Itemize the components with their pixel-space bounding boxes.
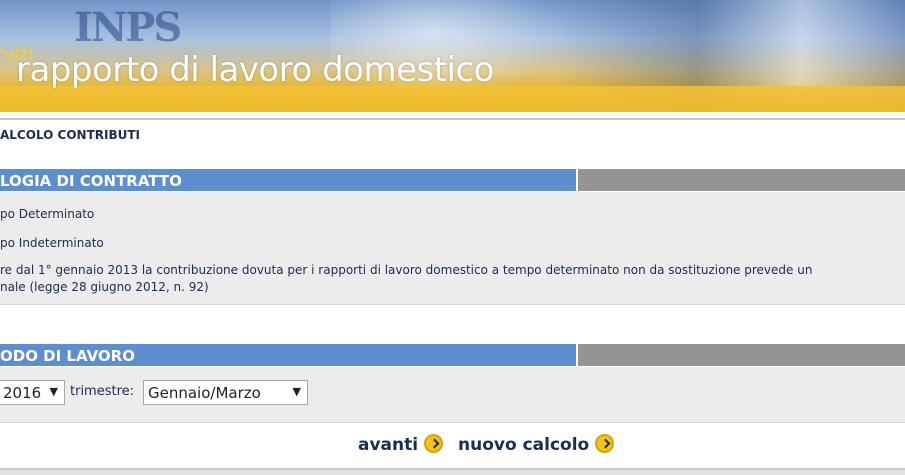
option-fixed-term[interactable]: po Determinato [0,207,94,221]
option-permanent[interactable]: po Indeterminato [0,236,104,250]
quarter-select-value: Gennaio/Marzo [148,384,261,402]
quarter-select[interactable]: Gennaio/Marzo ▼ [143,380,308,405]
year-select[interactable]: 2016 ▼ [0,380,65,405]
header-bar-gray [578,344,905,366]
divider [0,118,905,120]
contract-section-header: LOGIA DI CONTRATTO [0,169,905,191]
arrow-right-circle-icon [424,434,444,453]
period-panel: 2016 ▼ trimestre: Gennaio/Marzo ▼ [0,367,905,423]
footer-divider [0,468,905,475]
year-select-value: 2016 [3,384,42,402]
next-label: avanti [358,435,419,455]
period-section-title: ODO DI LAVORO [0,347,135,365]
chevron-down-icon: ▼ [49,385,58,398]
arrow-right-circle-icon [595,434,615,453]
contract-note-line-2: nale (legge 28 giugno 2012, n. 92) [0,280,209,294]
next-button[interactable]: avanti [358,434,444,455]
page-title: ALCOLO CONTRIBUTI [0,128,141,142]
new-calculation-button[interactable]: nuovo calcolo [458,434,615,455]
banner-title: rapporto di lavoro domestico [16,50,495,90]
quarter-label: trimestre: [70,384,135,399]
header-banner: INPS rvizi rapporto di lavoro domestico [0,0,905,112]
contract-note-line-1: re dal 1° gennaio 2013 la contribuzione … [0,263,813,277]
contract-panel: po Determinato po Indeterminato re dal 1… [0,192,905,305]
chevron-down-icon: ▼ [292,385,301,398]
period-section-header: ODO DI LAVORO [0,344,905,366]
inps-logo: INPS [74,4,182,51]
header-bar-gray [578,169,905,191]
new-calculation-label: nuovo calcolo [458,435,590,455]
contract-section-title: LOGIA DI CONTRATTO [0,172,182,190]
